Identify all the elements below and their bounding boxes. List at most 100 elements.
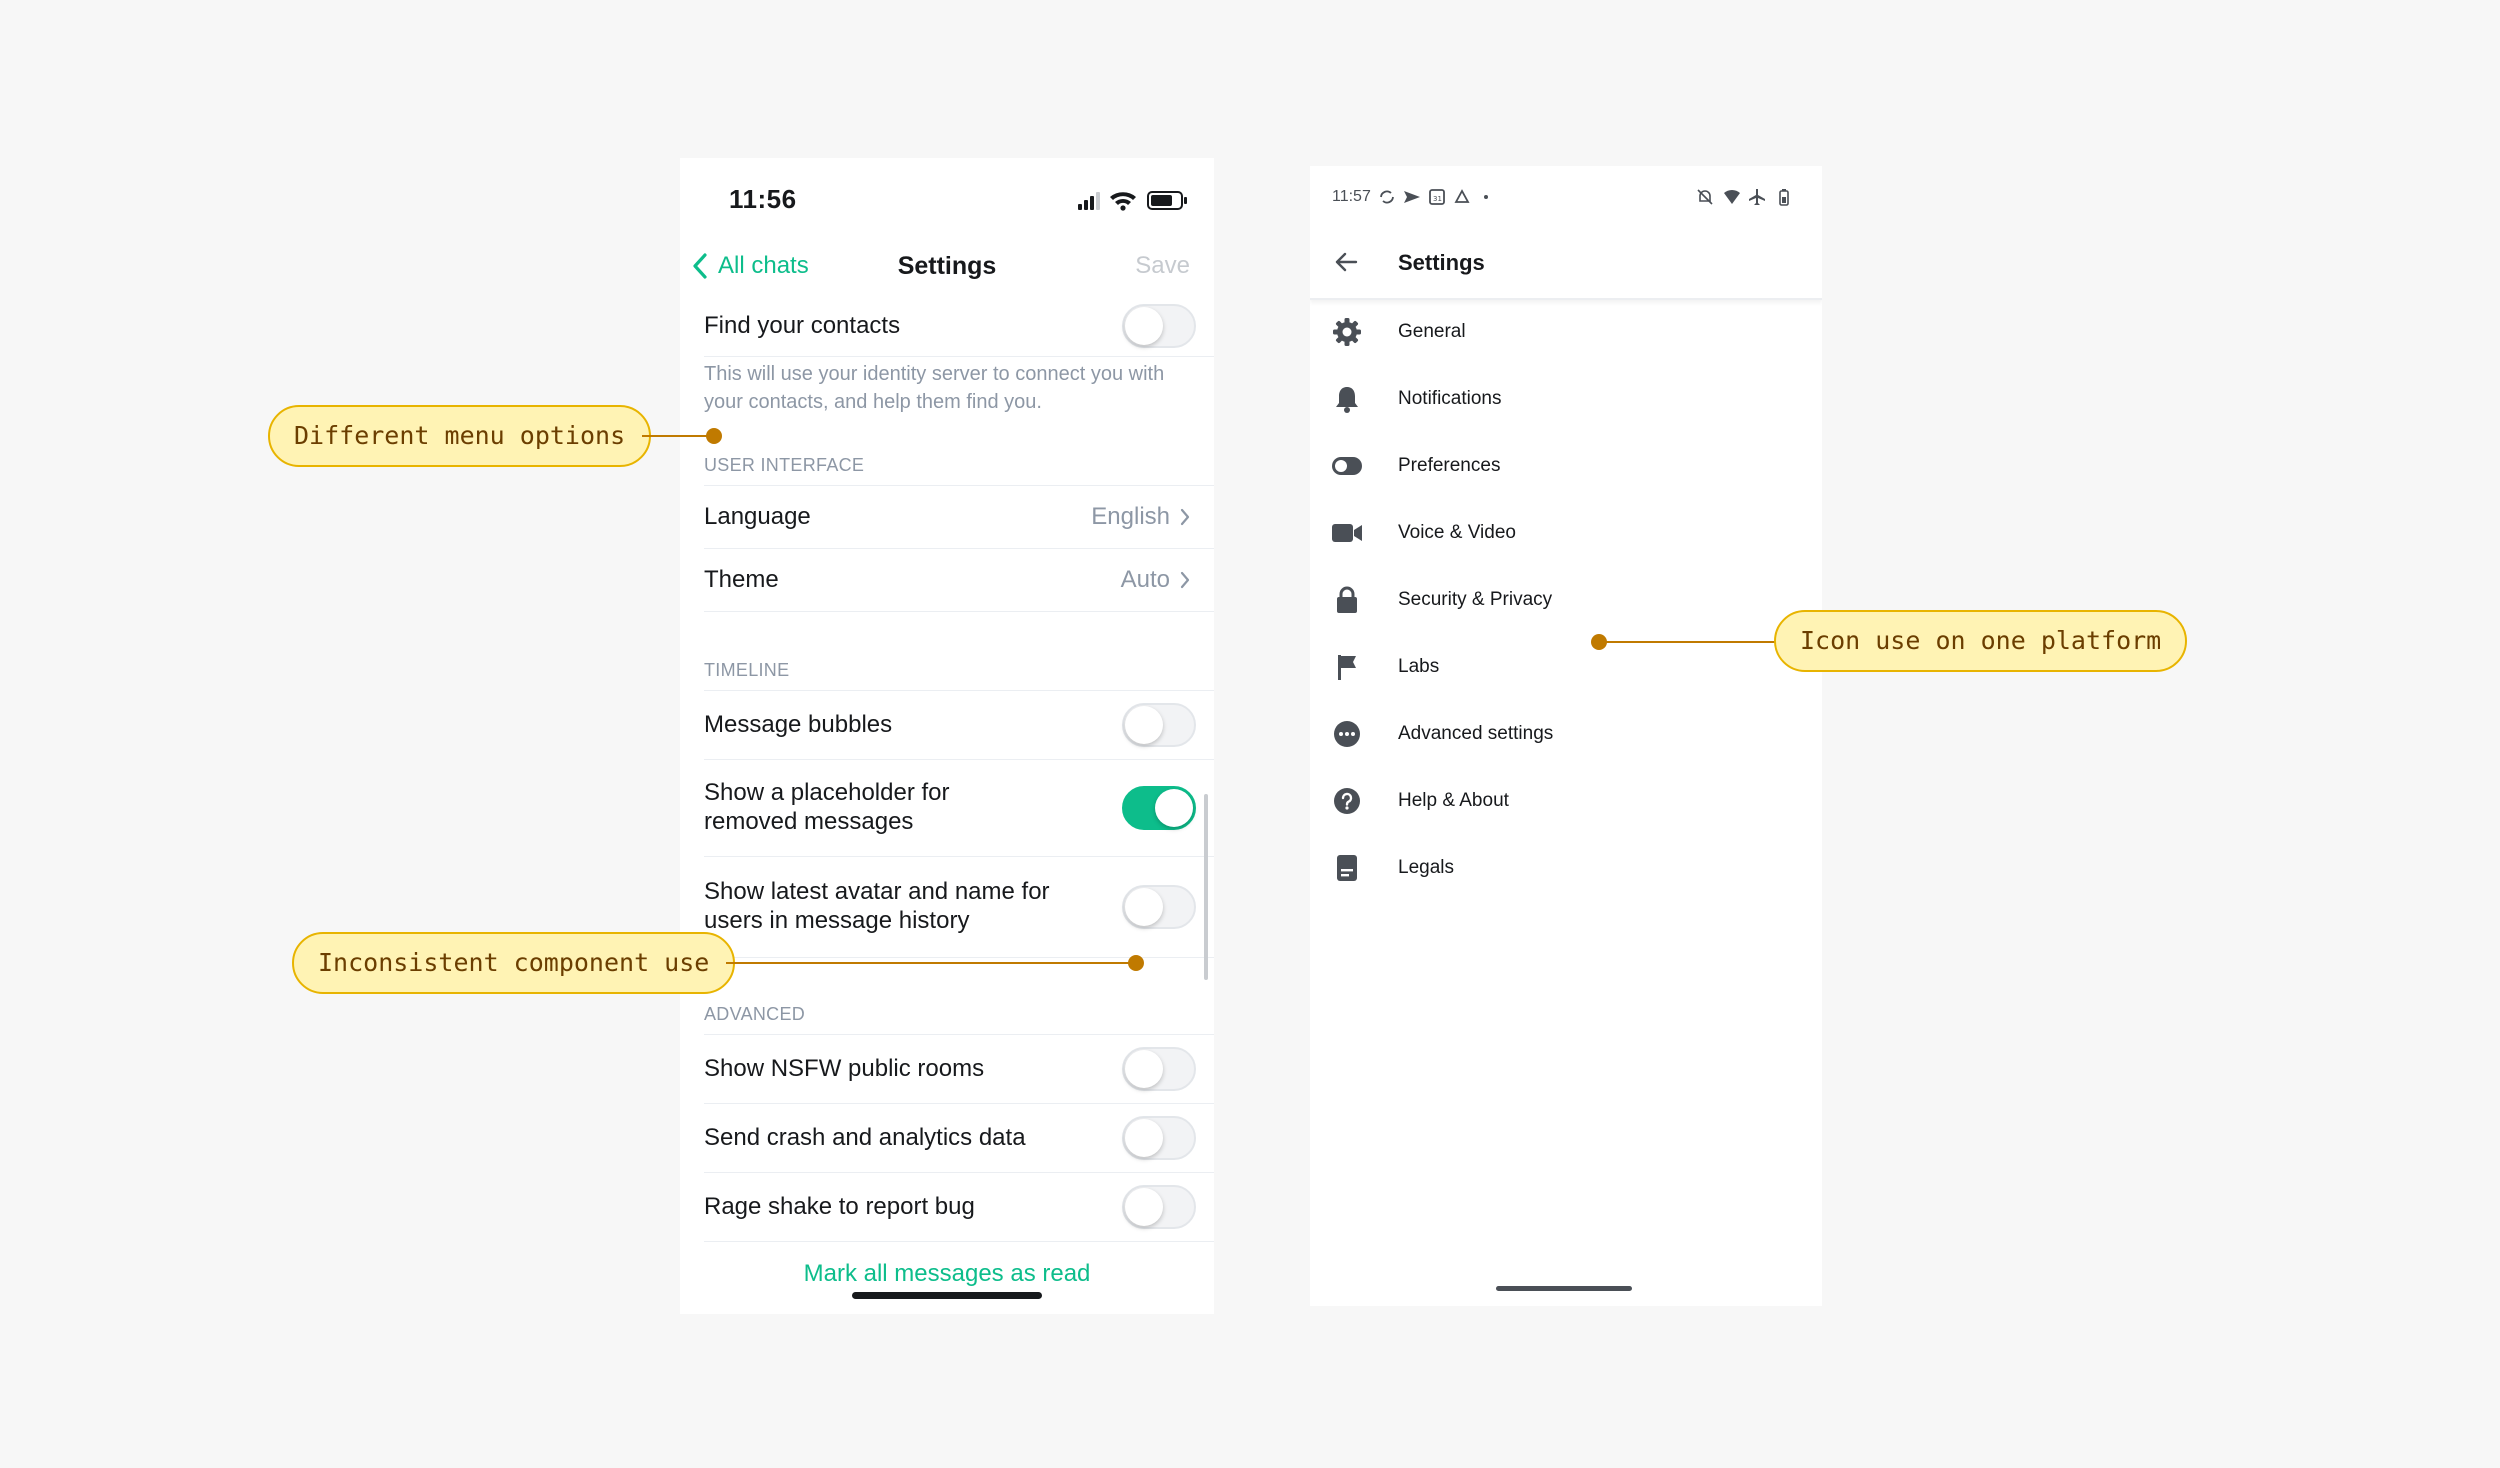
ios-status-time: 11:56 xyxy=(729,184,797,214)
menu-item-preferences[interactable]: Preferences xyxy=(1310,436,1822,496)
flag-icon xyxy=(1330,650,1364,684)
signal-bar-3 xyxy=(1090,196,1094,210)
bell-icon xyxy=(1330,382,1364,416)
menu-item-label: Advanced settings xyxy=(1398,723,1554,744)
scrollbar[interactable] xyxy=(1204,794,1208,980)
sync-icon xyxy=(1380,190,1394,204)
back-button-label: All chats xyxy=(718,252,809,279)
gear-icon xyxy=(1330,315,1364,349)
menu-item-label: Voice & Video xyxy=(1398,522,1516,543)
menu-item-voice-video[interactable]: Voice & Video xyxy=(1310,503,1822,563)
menu-item-notifications[interactable]: Notifications xyxy=(1310,369,1822,429)
nsfw-rooms-toggle[interactable] xyxy=(1122,1047,1196,1091)
back-button[interactable]: All chats xyxy=(692,246,809,286)
annotation-marker xyxy=(706,428,722,444)
annotation-marker xyxy=(1128,955,1144,971)
menu-item-labs[interactable]: Labs xyxy=(1310,637,1822,697)
annotation-component-use: Inconsistent component use xyxy=(292,932,736,994)
help-icon xyxy=(1330,784,1364,818)
divider xyxy=(704,611,1214,612)
menu-item-label: Help & About xyxy=(1398,790,1509,811)
annotation-menu-options: Different menu options xyxy=(268,405,652,467)
menu-item-label: Notifications xyxy=(1398,388,1502,409)
back-arrow-icon[interactable] xyxy=(1330,246,1362,278)
message-bubbles-label: Message bubbles xyxy=(704,710,893,738)
section-header-user-interface: USER INTERFACE xyxy=(704,455,865,475)
battery-icon xyxy=(1147,191,1187,210)
home-indicator xyxy=(1496,1286,1632,1291)
crash-analytics-toggle[interactable] xyxy=(1122,1116,1196,1160)
svg-text:31: 31 xyxy=(1433,195,1442,203)
annotation-icon-use: Icon use on one platform xyxy=(1774,610,2188,672)
android-system-icons xyxy=(1697,189,1789,206)
menu-item-security-privacy[interactable]: Security & Privacy xyxy=(1310,570,1822,630)
drive-icon xyxy=(1454,189,1470,203)
menu-item-label: Security & Privacy xyxy=(1398,589,1553,610)
chevron-left-icon xyxy=(693,253,707,279)
wifi-icon xyxy=(1110,192,1136,211)
menu-item-advanced-settings[interactable]: Advanced settings xyxy=(1310,704,1822,764)
removed-placeholder-row: Show a placeholder for removed messages xyxy=(680,760,1214,856)
battery-icon xyxy=(1779,189,1789,206)
menu-item-label: Labs xyxy=(1398,656,1440,677)
annotation-leader-line xyxy=(642,435,714,437)
menu-item-label: Legals xyxy=(1398,857,1454,878)
find-contacts-description: This will use your identity server to co… xyxy=(704,363,1165,413)
latest-avatar-toggle[interactable] xyxy=(1122,885,1196,929)
theme-label: Theme xyxy=(704,565,779,593)
theme-value-text: Auto xyxy=(1120,566,1170,593)
lock-icon xyxy=(1330,583,1364,617)
android-status-time: 11:57 xyxy=(1332,188,1371,205)
menu-item-label: Preferences xyxy=(1398,455,1501,476)
toggle-icon xyxy=(1330,449,1364,483)
divider xyxy=(704,356,1214,357)
message-bubbles-row: Message bubbles xyxy=(680,691,1214,759)
message-bubbles-toggle[interactable] xyxy=(1122,703,1196,747)
language-row[interactable]: Language English xyxy=(680,486,1214,548)
theme-row[interactable]: Theme Auto xyxy=(680,549,1214,611)
signal-bar-4 xyxy=(1096,192,1100,210)
more-dots-icon xyxy=(1330,717,1364,751)
video-camera-icon xyxy=(1330,516,1364,550)
section-header-advanced: ADVANCED xyxy=(704,1004,806,1024)
signal-bar-2 xyxy=(1084,200,1088,210)
annotation-leader-line xyxy=(726,962,1136,964)
find-contacts-toggle[interactable] xyxy=(1122,304,1196,348)
android-notification-icons: 31 xyxy=(1380,189,1488,205)
wifi-icon xyxy=(1724,189,1740,204)
page-title: Settings xyxy=(1398,250,1485,275)
nsfw-rooms-label: Show NSFW public rooms xyxy=(704,1054,985,1082)
android-toolbar xyxy=(1310,226,1822,300)
ios-status-icons xyxy=(1078,191,1187,211)
find-contacts-row: Find your contacts xyxy=(680,296,1214,356)
menu-item-general[interactable]: General xyxy=(1310,302,1822,362)
theme-value: Auto xyxy=(1121,566,1190,594)
annotation-leader-line xyxy=(1600,641,1776,643)
language-value: English xyxy=(1091,503,1190,531)
home-indicator xyxy=(852,1292,1042,1299)
ios-settings-screen: 11:56 All chats Settings Save Find your … xyxy=(680,158,1214,1314)
menu-item-help-about[interactable]: Help & About xyxy=(1310,771,1822,831)
save-button[interactable]: Save xyxy=(1135,246,1190,286)
calendar-icon: 31 xyxy=(1429,189,1445,205)
chevron-right-icon xyxy=(1180,508,1190,526)
removed-placeholder-toggle[interactable] xyxy=(1122,786,1196,830)
language-value-text: English xyxy=(1091,503,1170,530)
chevron-right-icon xyxy=(1180,571,1190,589)
rage-shake-toggle[interactable] xyxy=(1122,1185,1196,1229)
menu-item-legals[interactable]: Legals xyxy=(1310,838,1822,898)
section-header-timeline: TIMELINE xyxy=(704,660,790,680)
latest-avatar-row: Show latest avatar and name for users in… xyxy=(680,857,1214,957)
divider xyxy=(704,1241,1214,1242)
airplane-icon xyxy=(1749,189,1765,205)
nsfw-rooms-row: Show NSFW public rooms xyxy=(680,1035,1214,1103)
bell-off-icon xyxy=(1697,189,1713,205)
find-contacts-label: Find your contacts xyxy=(704,311,901,339)
mark-all-read-button[interactable]: Mark all messages as read xyxy=(680,1260,1214,1288)
removed-placeholder-label: Show a placeholder for removed messages xyxy=(704,779,950,835)
crash-analytics-row: Send crash and analytics data xyxy=(680,1104,1214,1172)
latest-avatar-label: Show latest avatar and name for users in… xyxy=(704,878,1050,934)
more-notifications-dot xyxy=(1484,195,1488,199)
document-icon xyxy=(1330,851,1364,885)
menu-item-label: General xyxy=(1398,321,1466,342)
